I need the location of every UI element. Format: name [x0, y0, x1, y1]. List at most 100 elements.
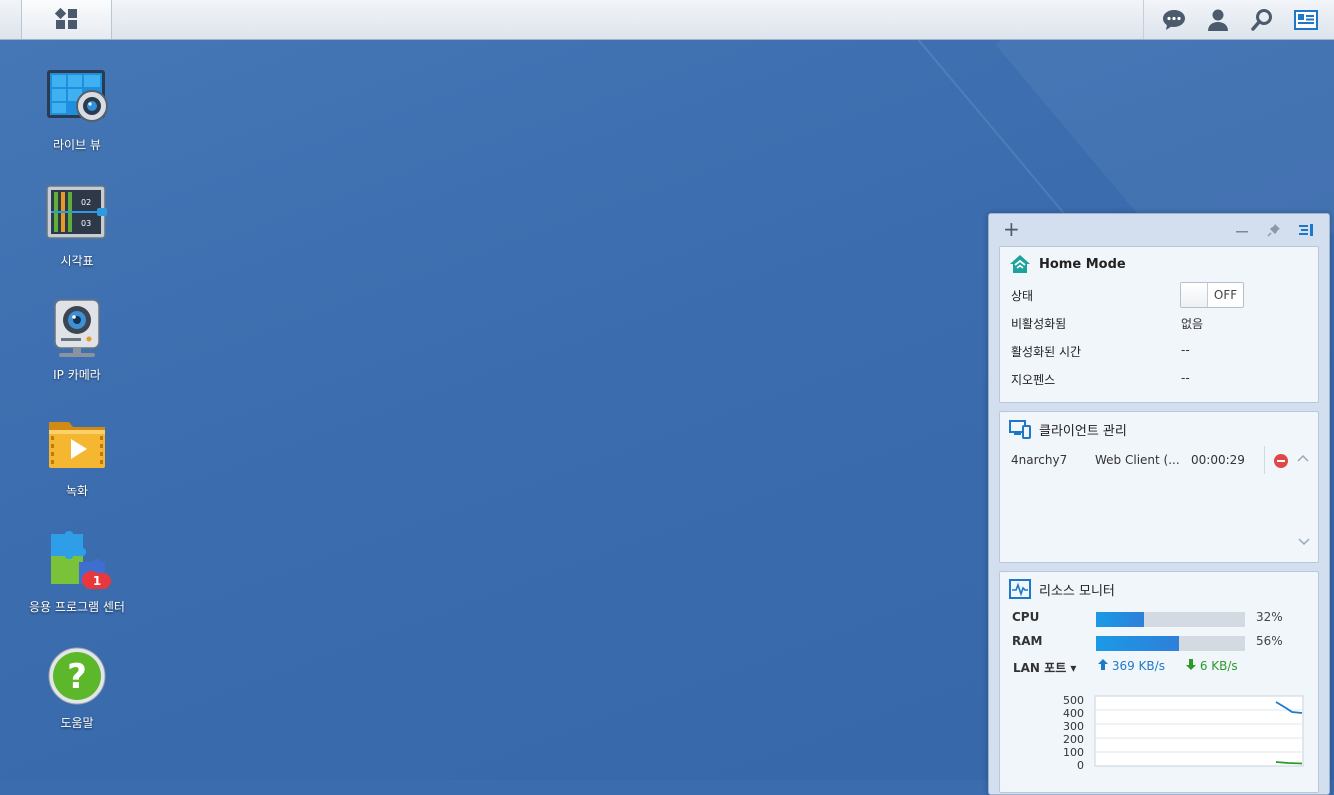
shortcut-label: 도움말: [60, 716, 94, 730]
upload-rate: 369 KB/s: [1111, 659, 1165, 673]
svg-text:02: 02: [81, 198, 91, 207]
client-management-widget: 클라이언트 관리 4narchy7 Web Client (... 00:00:…: [999, 411, 1319, 563]
resource-monitor-header: 리소스 모니터: [1000, 572, 1318, 606]
tray-separator: [1143, 0, 1144, 39]
minimize-icon: [1236, 231, 1248, 233]
lan-port-dropdown[interactable]: LAN 포트 ▾: [1013, 659, 1076, 676]
pin-icon: [1267, 224, 1280, 237]
active-time-label: 활성화된 시간: [1011, 345, 1082, 359]
home-mode-toggle[interactable]: OFF: [1180, 282, 1244, 308]
chevron-up-icon: [1297, 454, 1309, 462]
shortcut-label: IP 카메라: [53, 368, 101, 382]
ram-usage-bar: [1096, 636, 1245, 651]
shortcut-timeline[interactable]: 02 03 시각표: [7, 184, 147, 269]
main-menu-icon: [54, 7, 77, 29]
live-view-icon: [45, 68, 109, 132]
shortcut-ip-camera[interactable]: IP 카메라: [7, 298, 147, 383]
chat-button[interactable]: [1158, 4, 1190, 36]
lan-row: LAN 포트 ▾ 369 KB/s 6 KB/s: [1000, 654, 1318, 680]
axis-tick: 200: [1063, 733, 1084, 746]
geofence-label: 지오펜스: [1011, 373, 1056, 387]
ram-label: RAM: [1012, 634, 1043, 648]
taskbar: [0, 0, 1334, 40]
svg-text:03: 03: [81, 219, 91, 228]
home-icon: [1009, 254, 1031, 274]
chevron-down-icon: [1298, 538, 1310, 546]
ram-usage-fill: [1096, 636, 1180, 651]
disabled-value: 없음: [1181, 317, 1204, 331]
shortcut-label: 라이브 뷰: [53, 138, 101, 152]
widgets-icon: [1294, 9, 1318, 30]
download-arrow-icon: [1186, 659, 1196, 670]
system-tray: [1143, 0, 1334, 39]
axis-tick: 0: [1077, 759, 1084, 772]
toggle-state: OFF: [1213, 288, 1238, 302]
chat-icon: [1163, 9, 1185, 30]
widget-panel-tools: [1233, 223, 1315, 237]
scroll-up-button[interactable]: [1297, 453, 1309, 467]
resource-monitor-icon: [1009, 579, 1031, 599]
shortcut-package-center[interactable]: 1 응용 프로그램 센터: [7, 530, 147, 615]
shortcut-label: 응용 프로그램 센터: [29, 600, 125, 614]
client-row-divider: [1264, 446, 1265, 474]
dock-right-icon: [1299, 224, 1313, 236]
client-management-header: 클라이언트 관리: [1000, 412, 1318, 446]
pin-button[interactable]: [1265, 223, 1283, 237]
recording-icon: [45, 414, 109, 478]
status-label: 상태: [1011, 289, 1034, 303]
ram-percent: 56%: [1256, 634, 1283, 648]
home-mode-status-row: 상태 OFF: [1000, 281, 1318, 309]
add-widget-button[interactable]: +: [1003, 219, 1020, 239]
toggle-knob: [1181, 283, 1208, 307]
svg-text:?: ?: [67, 657, 87, 697]
minimize-button[interactable]: [1233, 223, 1251, 237]
widget-panel-header: +: [989, 214, 1329, 244]
client-duration: 00:00:29: [1191, 453, 1245, 467]
disconnect-button[interactable]: [1274, 454, 1288, 471]
shortcut-help[interactable]: ? 도움말: [7, 646, 147, 731]
home-mode-widget: Home Mode 상태 OFF 비활성화됨 없음 활성화된 시간 -- 지오펜…: [999, 246, 1319, 403]
shortcut-recording[interactable]: 녹화: [7, 414, 147, 499]
widget-panel: + Home Mode 상태 OFF 비활성화됨 없음 활성화된 시간 -- 지…: [988, 213, 1330, 795]
cpu-usage-fill: [1096, 612, 1144, 627]
shortcut-label: 시각표: [60, 254, 94, 268]
home-mode-geofence-row: 지오펜스 --: [1000, 365, 1318, 393]
search-icon: [1251, 8, 1272, 31]
home-mode-title: Home Mode: [1039, 256, 1126, 272]
user-button[interactable]: [1202, 4, 1234, 36]
resource-monitor-title: 리소스 모니터: [1039, 583, 1115, 599]
upload-arrow-icon: [1098, 659, 1108, 670]
client-type: Web Client (...: [1095, 453, 1180, 467]
cpu-row: CPU 32%: [1000, 606, 1318, 630]
main-menu-button[interactable]: [21, 0, 112, 39]
cpu-label: CPU: [1012, 610, 1040, 624]
help-icon: ?: [45, 646, 109, 710]
cpu-usage-bar: [1096, 612, 1245, 627]
lan-upload: 369 KB/s: [1098, 659, 1165, 673]
client-user: 4narchy7: [1011, 453, 1068, 467]
dock-right-button[interactable]: [1297, 223, 1315, 237]
scroll-down-button[interactable]: [1298, 535, 1310, 549]
disconnect-icon: [1274, 454, 1288, 468]
client-row: 4narchy7 Web Client (... 00:00:29: [1000, 446, 1318, 476]
resource-monitor-widget: 리소스 모니터 CPU 32% RAM 56% LAN 포트 ▾ 369 KB/…: [999, 571, 1319, 793]
network-traffic-graph: 500 400 300 200 100 0: [1063, 694, 1304, 772]
home-mode-header: Home Mode: [1000, 247, 1318, 281]
geofence-value: --: [1181, 371, 1190, 385]
widgets-button[interactable]: [1290, 4, 1322, 36]
client-management-title: 클라이언트 관리: [1039, 423, 1127, 439]
axis-tick: 100: [1063, 746, 1084, 759]
axis-tick: 300: [1063, 720, 1084, 733]
download-rate: 6 KB/s: [1199, 659, 1238, 673]
search-button[interactable]: [1246, 4, 1278, 36]
user-icon: [1208, 9, 1228, 31]
shortcut-label: 녹화: [65, 484, 89, 498]
shortcut-live-view[interactable]: 라이브 뷰: [7, 68, 147, 153]
timeline-icon: 02 03: [45, 184, 109, 248]
client-devices-icon: [1009, 419, 1031, 439]
axis-tick: 500: [1063, 694, 1084, 707]
ram-row: RAM 56%: [1000, 630, 1318, 654]
home-mode-disabled-row: 비활성화됨 없음: [1000, 309, 1318, 337]
lan-download: 6 KB/s: [1186, 659, 1238, 673]
home-mode-active-time-row: 활성화된 시간 --: [1000, 337, 1318, 365]
